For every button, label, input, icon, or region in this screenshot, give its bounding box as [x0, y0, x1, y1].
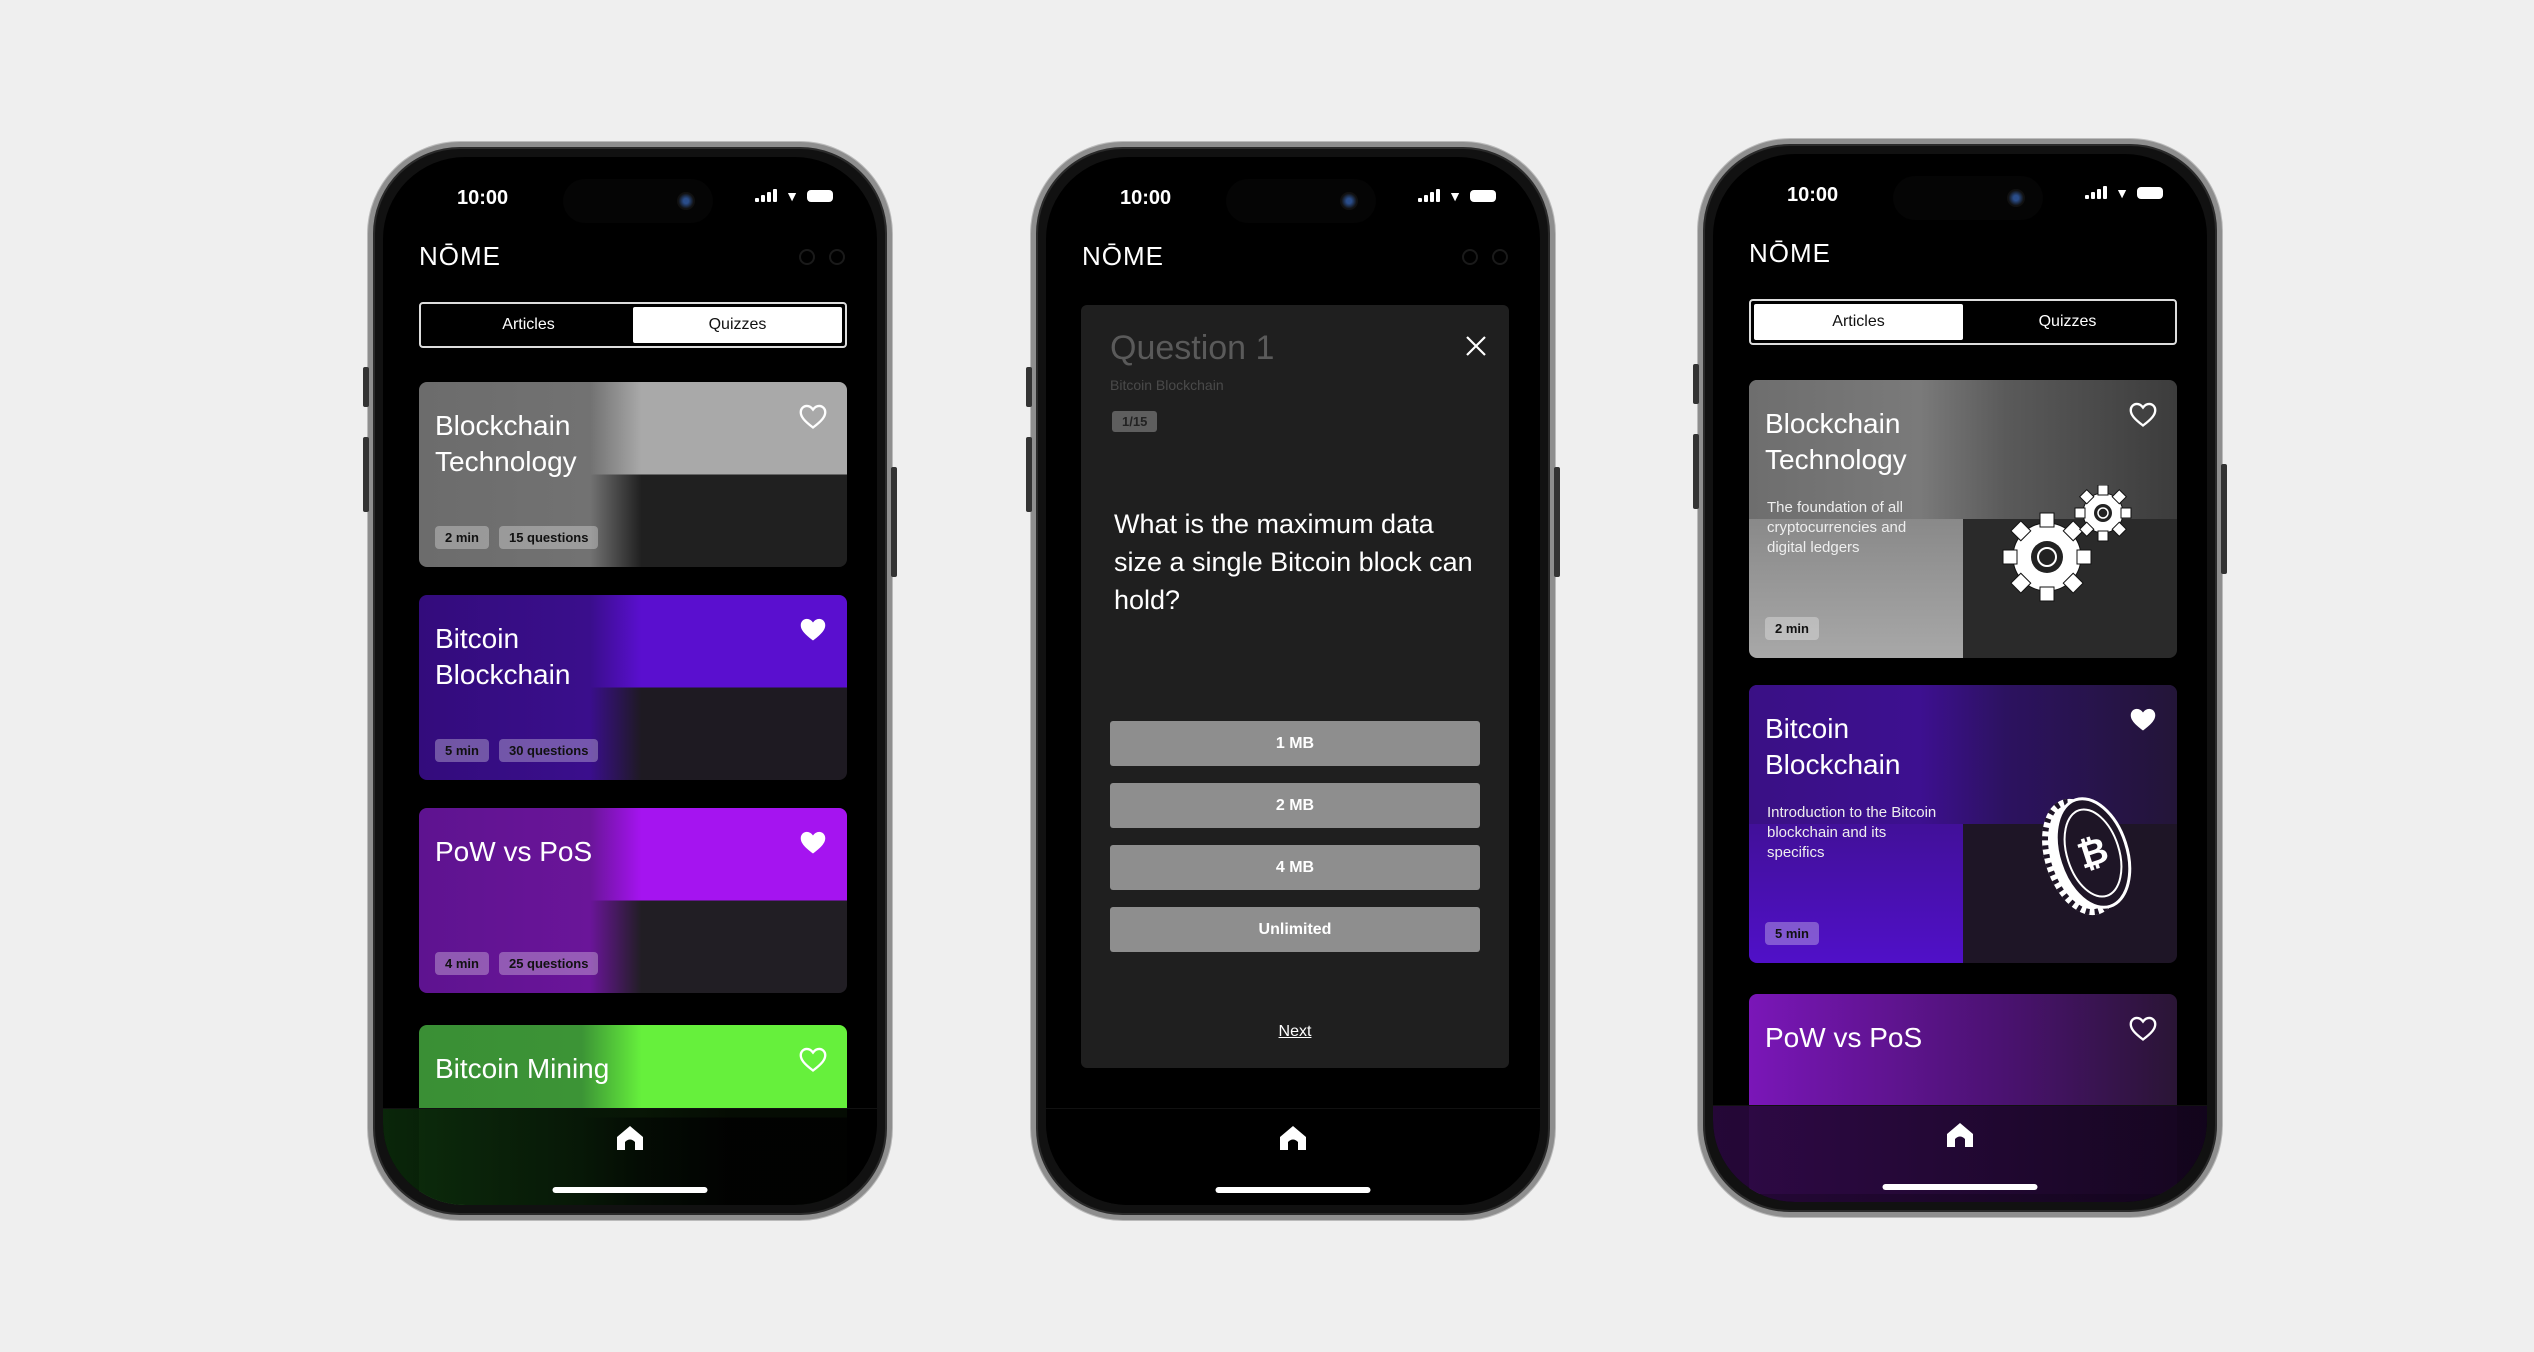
heart-filled-icon[interactable]	[799, 830, 827, 856]
home-indicator[interactable]	[552, 1187, 708, 1193]
dynamic-island	[563, 179, 713, 223]
home-icon[interactable]	[1946, 1122, 1974, 1148]
quiz-card[interactable]: PoW vs PoS 4 min 25 questions	[419, 808, 847, 993]
home-indicator[interactable]	[1882, 1184, 2038, 1190]
tab-articles[interactable]: Articles	[1754, 304, 1963, 340]
progress-badge: 1/15	[1112, 411, 1158, 432]
status-icons: ▼	[1418, 188, 1496, 204]
home-icon[interactable]	[616, 1125, 644, 1151]
question-number: Question 1	[1110, 329, 1275, 367]
app-logo: NŌME	[1082, 241, 1164, 271]
status-icons: ▼	[2085, 185, 2163, 201]
bottom-nav	[383, 1108, 877, 1205]
question-text: What is the maximum data size a single B…	[1114, 509, 1473, 615]
questions-badge: 25 questions	[498, 952, 599, 975]
duration-badge: 5 min	[1765, 922, 1819, 945]
heart-outline-icon[interactable]	[799, 404, 827, 430]
card-description: The foundation of all cryptocurrencies a…	[1767, 499, 1907, 556]
heart-filled-icon[interactable]	[799, 617, 827, 643]
status-time: 10:00	[1787, 184, 1839, 206]
next-link[interactable]: Next	[1081, 1023, 1509, 1041]
dynamic-island	[1226, 179, 1376, 223]
article-card[interactable]: Blockchain Technology The foundation of …	[1749, 380, 2177, 658]
bell-icon[interactable]	[829, 249, 845, 265]
wifi-icon: ▼	[1448, 188, 1462, 204]
status-icons: ▼	[755, 188, 833, 204]
card-title: Blockchain Technology	[435, 410, 577, 477]
answer-button[interactable]: 1 MB	[1110, 721, 1480, 766]
bottom-nav	[1046, 1108, 1540, 1205]
battery-icon	[807, 190, 833, 202]
home-icon[interactable]	[1279, 1125, 1307, 1151]
battery-icon	[2137, 187, 2163, 199]
status-time: 10:00	[1120, 187, 1172, 209]
quiz-card[interactable]: Blockchain Technology 2 min 15 questions	[419, 382, 847, 567]
heart-filled-icon[interactable]	[2129, 707, 2157, 733]
phone-quiz-question: 10:00 ▼ NŌME Question 1 Bitcoin Blockcha…	[1026, 142, 1560, 1220]
app-logo: NŌME	[419, 241, 501, 271]
bottom-nav	[1713, 1105, 2207, 1202]
heart-outline-icon[interactable]	[799, 1047, 827, 1073]
answer-button[interactable]: Unlimited	[1110, 907, 1480, 952]
camera-icon	[2007, 189, 2025, 207]
signal-icon	[755, 189, 778, 202]
heart-outline-icon[interactable]	[2129, 402, 2157, 428]
quiz-panel: Question 1 Bitcoin Blockchain 1/15 What …	[1081, 305, 1509, 1068]
tab-articles[interactable]: Articles	[424, 307, 633, 343]
tab-quizzes[interactable]: Quizzes	[1963, 304, 2172, 340]
wifi-icon: ▼	[2115, 185, 2129, 201]
app-logo: NŌME	[1749, 238, 1831, 268]
tab-quizzes[interactable]: Quizzes	[633, 307, 842, 343]
answer-button[interactable]: 4 MB	[1110, 845, 1480, 890]
signal-icon	[2085, 186, 2108, 199]
segmented-control: Articles Quizzes	[419, 302, 847, 348]
segmented-control: Articles Quizzes	[1749, 299, 2177, 345]
article-card[interactable]: Bitcoin Blockchain Introduction to the B…	[1749, 685, 2177, 963]
close-icon[interactable]	[1465, 335, 1487, 357]
answer-button[interactable]: 2 MB	[1110, 783, 1480, 828]
gears-icon	[2002, 485, 2132, 602]
card-title: PoW vs PoS	[1765, 1022, 1923, 1053]
battery-icon	[1470, 190, 1496, 202]
card-title: Bitcoin Blockchain	[435, 623, 571, 690]
duration-badge: 2 min	[435, 526, 489, 549]
phone-articles-list: 10:00 ▼ NŌME Articles Quizzes Blockchain…	[1693, 139, 2227, 1217]
search-icon[interactable]	[1462, 249, 1478, 265]
questions-badge: 30 questions	[498, 739, 599, 762]
signal-icon	[1418, 189, 1441, 202]
phone-quizzes-list: 10:00 ▼ NŌME Articles Quizzes Blockchain…	[363, 142, 897, 1220]
card-title: Blockchain Technology	[1765, 408, 1907, 475]
dynamic-island	[1893, 176, 2043, 220]
duration-badge: 2 min	[1765, 617, 1819, 640]
camera-icon	[677, 192, 695, 210]
bell-icon[interactable]	[1492, 249, 1508, 265]
quiz-card[interactable]: Bitcoin Blockchain 5 min 30 questions	[419, 595, 847, 780]
questions-badge: 15 questions	[498, 526, 599, 549]
card-title: Bitcoin Blockchain	[1765, 713, 1901, 780]
home-indicator[interactable]	[1215, 1187, 1371, 1193]
quiz-subtitle: Bitcoin Blockchain	[1110, 377, 1224, 393]
search-icon[interactable]	[799, 249, 815, 265]
duration-badge: 5 min	[435, 739, 489, 762]
card-title: PoW vs PoS	[435, 836, 593, 867]
card-title: Bitcoin Mining	[435, 1053, 610, 1084]
wifi-icon: ▼	[785, 188, 799, 204]
status-time: 10:00	[457, 187, 509, 209]
card-description: Introduction to the Bitcoin blockchain a…	[1767, 804, 1937, 861]
camera-icon	[1340, 192, 1358, 210]
heart-outline-icon[interactable]	[2129, 1016, 2157, 1042]
bitcoin-coin-icon: ₿	[2042, 797, 2132, 916]
duration-badge: 4 min	[435, 952, 489, 975]
